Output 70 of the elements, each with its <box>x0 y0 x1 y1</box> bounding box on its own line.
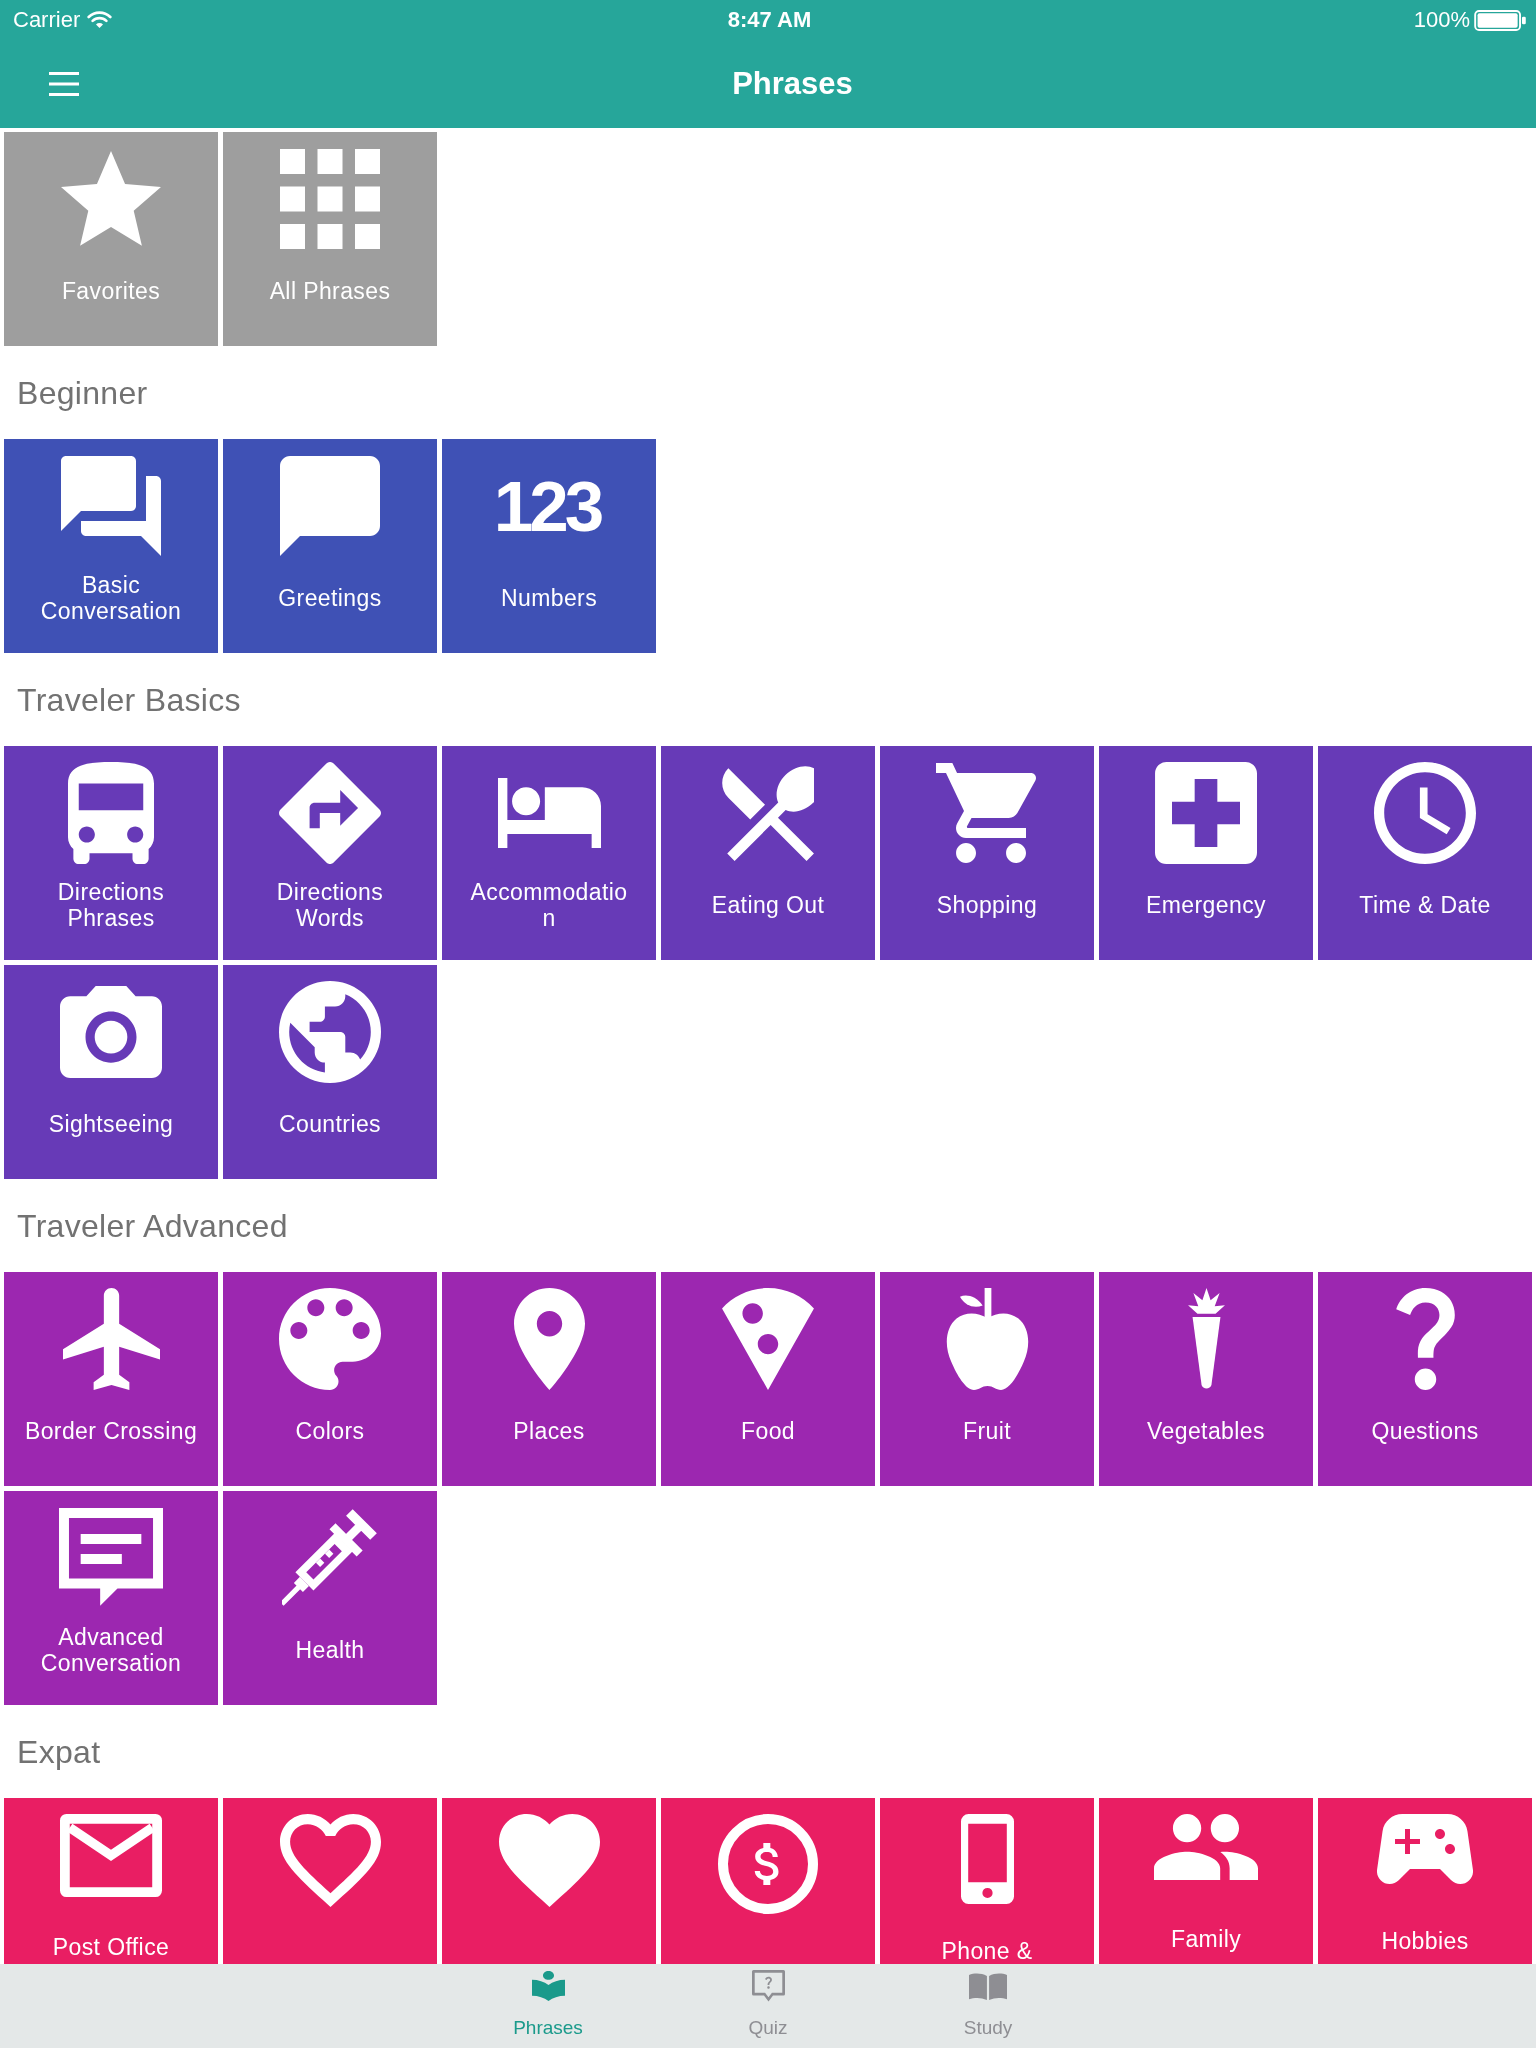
category-tile[interactable]: Emergency <box>1099 746 1313 960</box>
chat-bubble-icon <box>280 456 380 556</box>
category-tile[interactable]: Shopping <box>880 746 1094 960</box>
category-tile[interactable]: Questions <box>1318 1272 1532 1486</box>
map-pin-icon <box>513 1288 585 1390</box>
question-mark-icon <box>1395 1288 1455 1390</box>
numbers-icon: 123 <box>493 479 605 533</box>
category-tile[interactable]: Eating Out <box>661 746 875 960</box>
wifi-icon <box>87 11 113 29</box>
clock-icon <box>1374 762 1476 864</box>
people-icon <box>1154 1814 1258 1880</box>
knife-spoon-icon <box>722 765 814 861</box>
open-book-icon <box>969 1972 1007 2000</box>
category-tile[interactable]: Post Office <box>4 1798 218 1964</box>
category-tile[interactable]: Places <box>442 1272 656 1486</box>
category-tile[interactable]: Accommodatio n <box>442 746 656 960</box>
category-tile[interactable]: Hobbies <box>1318 1798 1532 1964</box>
bed-icon <box>497 778 601 848</box>
pizza-slice-icon <box>722 1288 814 1390</box>
category-tile[interactable]: Greetings <box>223 439 437 653</box>
camera-icon <box>60 986 162 1078</box>
category-tile[interactable]: Basic Conversation <box>4 439 218 653</box>
category-tile[interactable]: Border Crossing <box>4 1272 218 1486</box>
category-tile[interactable]: Directions Words <box>223 746 437 960</box>
category-tile[interactable]: Time & Date <box>1318 746 1532 960</box>
envelope-icon <box>60 1814 162 1897</box>
section-heading: Traveler Basics <box>17 680 241 719</box>
globe-icon <box>279 981 381 1083</box>
category-tile[interactable] <box>223 1798 437 1964</box>
syringe-icon <box>282 1508 378 1608</box>
turn-sign-icon <box>279 762 381 864</box>
category-tile[interactable]: Vegetables <box>1099 1272 1313 1486</box>
section-heading: Beginner <box>17 373 148 412</box>
category-tile[interactable]: Colors <box>223 1272 437 1486</box>
category-tile[interactable]: Phone & <box>880 1798 1094 1964</box>
category-tile[interactable]: Family <box>1099 1798 1313 1964</box>
category-tile[interactable]: Fruit <box>880 1272 1094 1486</box>
category-tile[interactable] <box>442 1798 656 1964</box>
palette-icon <box>279 1288 381 1390</box>
dollar-coin-icon <box>718 1814 818 1914</box>
menu-icon[interactable] <box>49 72 79 96</box>
battery-percent: 100% <box>1413 7 1470 33</box>
status-time: 8:47 AM <box>727 7 812 33</box>
message-icon <box>59 1508 163 1608</box>
category-tile[interactable]: Sightseeing <box>4 965 218 1179</box>
category-tile[interactable] <box>661 1798 875 1964</box>
category-tile[interactable]: Directions Phrases <box>4 746 218 960</box>
bus-icon <box>68 762 154 864</box>
category-tile[interactable]: Food <box>661 1272 875 1486</box>
gamepad-icon <box>1377 1814 1473 1884</box>
section-heading: Traveler Advanced <box>17 1206 288 1245</box>
chat-bubbles-icon <box>61 456 161 556</box>
category-tile[interactable]: Countries <box>223 965 437 1179</box>
section-heading: Expat <box>17 1732 101 1771</box>
cart-icon <box>935 763 1039 863</box>
battery-icon <box>1474 9 1526 31</box>
book-reader-icon <box>531 1971 565 2001</box>
carrier-label: Carrier <box>13 7 81 33</box>
airplane-icon <box>62 1288 160 1390</box>
screen-title: Phrases <box>732 66 853 102</box>
heart-outline-icon <box>279 1814 381 1907</box>
question-bubble-icon <box>751 1969 785 2003</box>
category-tile[interactable]: 123 Numbers <box>442 439 656 653</box>
star-icon <box>61 151 161 247</box>
category-tile[interactable]: Advanced Conversation <box>4 1491 218 1705</box>
phone-icon <box>960 1814 1014 1904</box>
heart-icon <box>498 1814 600 1907</box>
grid-icon <box>280 149 380 249</box>
category-tile[interactable]: Health <box>223 1491 437 1705</box>
carrot-icon <box>1185 1288 1227 1390</box>
